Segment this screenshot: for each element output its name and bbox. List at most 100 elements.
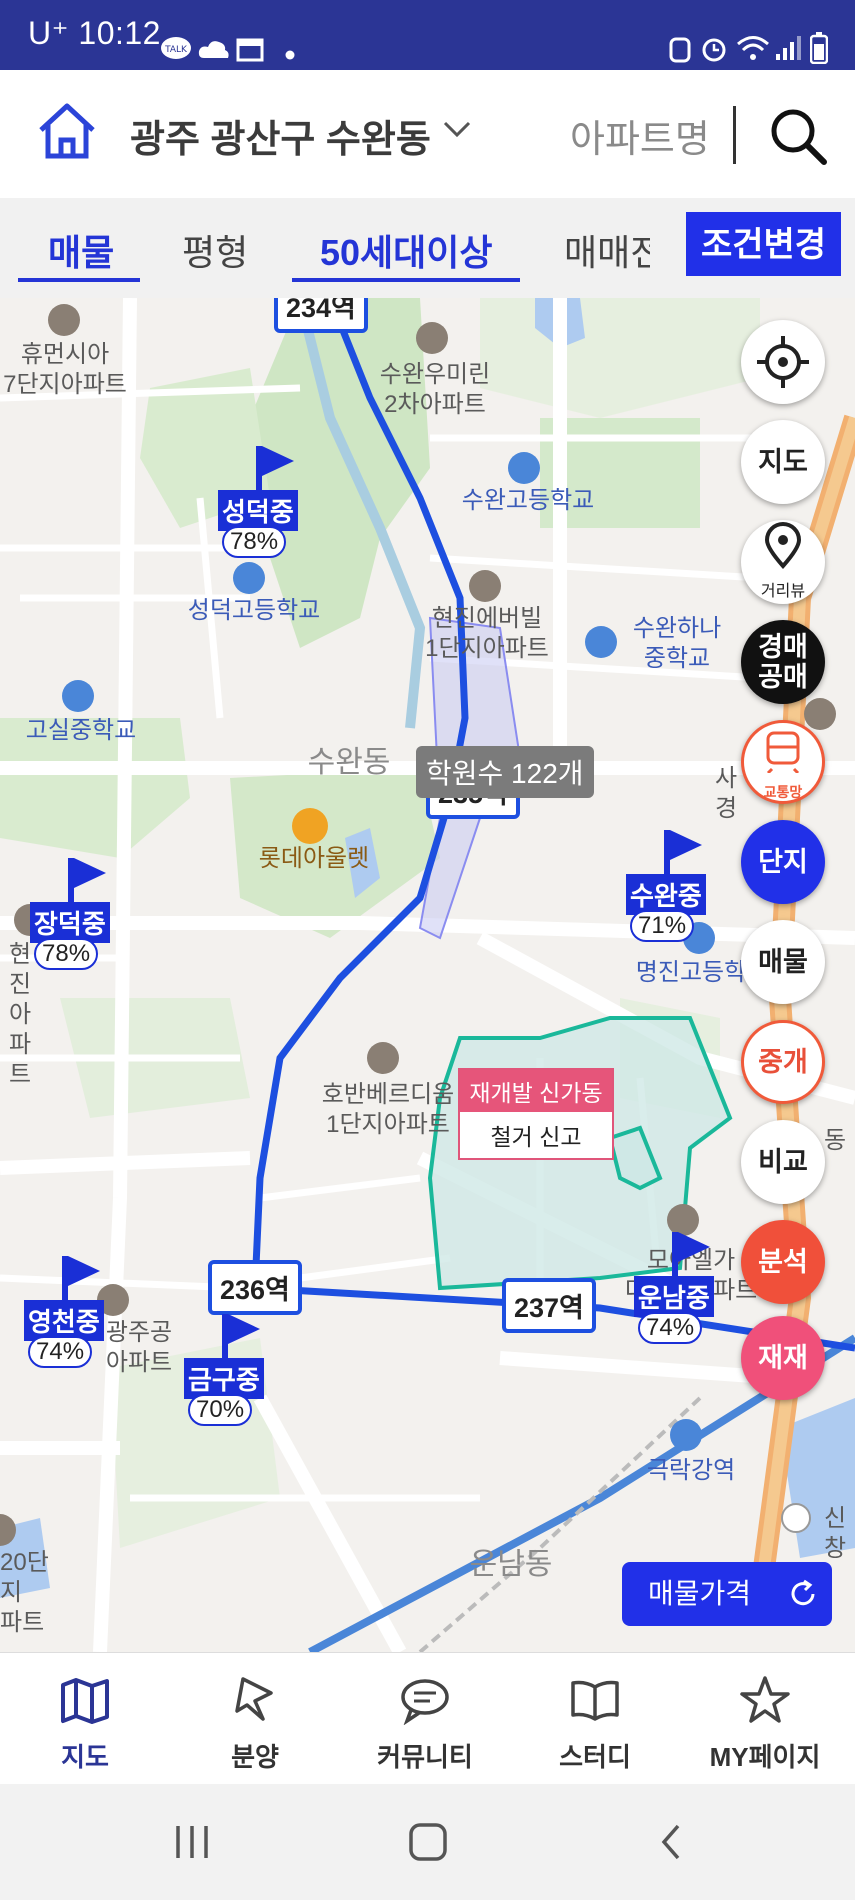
academy-count-badge[interactable]: 학원수 122개 (416, 746, 594, 798)
nav-map[interactable]: 지도 (0, 1653, 170, 1785)
listing-button[interactable]: 매물 (741, 920, 825, 1004)
bottom-navigation: 지도 분양 커뮤니티 스터디 MY페이지 (0, 1652, 855, 1785)
kakaotalk-icon: TALK (160, 36, 192, 66)
school-name: 수완중 (626, 874, 706, 915)
school-name: 영천중 (24, 1300, 104, 1341)
place-label-hoban: 호반베르디움 1단지아파트 (321, 1081, 455, 1138)
redevelopment-title: 재개발 신가동 (460, 1070, 612, 1112)
nav-presale-label: 분양 (231, 1742, 279, 1772)
place-label-geukrak-station: 극락강역 (646, 1457, 736, 1484)
transit-button[interactable]: 교통망 (741, 720, 825, 804)
place-label-myeongjin-high: 명진고등학 (635, 959, 747, 986)
tab-50-households[interactable]: 50세대이상 (320, 224, 493, 276)
place-label-dong: 동 (823, 1127, 847, 1154)
wifi-icon (736, 34, 770, 66)
alarm-icon (700, 34, 728, 68)
place-label-suwan-high: 수완고등학교 (461, 487, 595, 514)
auction-label-2: 공매 (758, 662, 808, 692)
nav-presale[interactable]: 분양 (170, 1653, 340, 1785)
change-conditions-button[interactable]: 조건변경 (686, 212, 841, 276)
nav-mypage[interactable]: MY페이지 (680, 1653, 850, 1785)
nav-mypage-label: MY페이지 (709, 1742, 821, 1772)
station-234[interactable]: 234역 (274, 298, 368, 333)
crosshair-icon (757, 336, 809, 388)
nav-community[interactable]: 커뮤니티 (340, 1653, 510, 1785)
nav-study[interactable]: 스터디 (510, 1653, 680, 1785)
redevelopment-card[interactable]: 재개발 신가동 철거 신고 (458, 1068, 614, 1160)
refresh-icon (791, 1579, 815, 1606)
flag-pennant (670, 830, 702, 860)
listing-price-button[interactable]: 매물가격 (622, 1562, 832, 1626)
book-icon (571, 1680, 619, 1721)
station-236[interactable]: 236역 (208, 1260, 302, 1315)
calendar-icon (236, 36, 264, 66)
apartment-search-input[interactable]: 아파트명 (570, 108, 710, 163)
place-label-sinchang: 신창 (823, 1505, 847, 1562)
back-icon[interactable] (652, 1822, 692, 1862)
chat-icon (401, 1679, 449, 1725)
school-percent: 71% (630, 910, 695, 942)
place-label-sagyeong: 사경 (714, 765, 738, 822)
dot-icon (285, 45, 295, 64)
flag-icon (235, 1677, 273, 1721)
school-percent: 74% (28, 1336, 93, 1368)
recent-apps-icon[interactable] (172, 1822, 212, 1862)
train-icon (766, 731, 800, 773)
tab-trade-type[interactable]: 매매전 (564, 224, 650, 276)
tab-area[interactable]: 평형 (182, 224, 248, 276)
school-percent: 74% (638, 1312, 703, 1344)
analysis-button[interactable]: 분석 (741, 1220, 825, 1304)
region-selector[interactable]: 광주 광산구 수완동 (130, 108, 431, 163)
shield-lock-icon (668, 36, 692, 68)
map-view[interactable]: 휴먼시아 7단지아파트 수완우미린 2차아파트 수완고등학교 성덕고등학교 현진… (0, 298, 855, 1652)
flag-pennant (678, 1232, 710, 1262)
school-percent: 70% (188, 1394, 253, 1426)
tab-listing-underline (18, 278, 140, 282)
tab-listing[interactable]: 매물 (48, 224, 114, 276)
complex-button[interactable]: 단지 (741, 820, 825, 904)
map-icon (61, 1678, 109, 1724)
place-label-suwan-hana: 수완하나 중학교 (632, 615, 722, 672)
header-divider (733, 106, 736, 164)
filter-bar: 매물 평형 50세대이상 매매전 조건변경 (0, 198, 855, 298)
place-label-gosil-middle: 고실중학교 (25, 717, 137, 744)
signal-icon (774, 34, 802, 66)
compare-button[interactable]: 비교 (741, 1120, 825, 1204)
station-237[interactable]: 237역 (502, 1278, 596, 1333)
cloud-icon (198, 38, 230, 64)
flag-pennant (68, 1256, 100, 1286)
svg-text:TALK: TALK (164, 45, 188, 55)
broker-button[interactable]: 중개 (741, 1020, 825, 1104)
chevron-down-icon[interactable] (442, 120, 472, 144)
redevelopment-subtitle: 철거 신고 (490, 1124, 582, 1150)
listing-price-label: 매물가격 (648, 1578, 752, 1609)
current-location-button[interactable] (741, 320, 825, 404)
home-button-icon[interactable] (408, 1822, 448, 1862)
school-name: 운남중 (634, 1276, 714, 1317)
place-label-suwandong: 수완동 (307, 746, 391, 779)
place-label-hyeonjin: 현진에버빌 1단지아파트 (425, 605, 549, 662)
rebuild-button[interactable]: 재재 (741, 1316, 825, 1400)
place-label-suwan-umirin: 수완우미린 2차아파트 (379, 361, 491, 418)
flag-pennant (74, 858, 106, 888)
school-percent: 78% (222, 526, 287, 558)
place-label-humensia: 휴먼시아 7단지아파트 (3, 341, 127, 398)
nav-study-label: 스터디 (559, 1742, 631, 1772)
place-label-gwangju-apt: 광주공 아파트 (105, 1319, 173, 1376)
school-percent: 78% (34, 938, 99, 970)
place-label-lotte-outlet: 롯데아울렛 (258, 845, 370, 872)
map-type-button[interactable]: 지도 (741, 420, 825, 504)
star-icon (740, 1676, 790, 1723)
street-view-button[interactable]: 거리뷰 (741, 520, 825, 604)
nav-community-label: 커뮤니티 (377, 1742, 473, 1772)
location-pin-icon (764, 522, 802, 570)
auction-label-1: 경매 (758, 632, 808, 662)
search-icon[interactable] (768, 106, 828, 170)
school-name: 성덕중 (218, 490, 298, 531)
place-label-apt20: 20단지 파트 (0, 1549, 49, 1636)
auction-button[interactable]: 경매 공매 (741, 620, 825, 704)
battery-icon (809, 32, 829, 68)
school-name: 금구중 (184, 1358, 264, 1399)
home-icon[interactable] (36, 100, 98, 166)
app-header: 광주 광산구 수완동 아파트명 (0, 70, 855, 198)
